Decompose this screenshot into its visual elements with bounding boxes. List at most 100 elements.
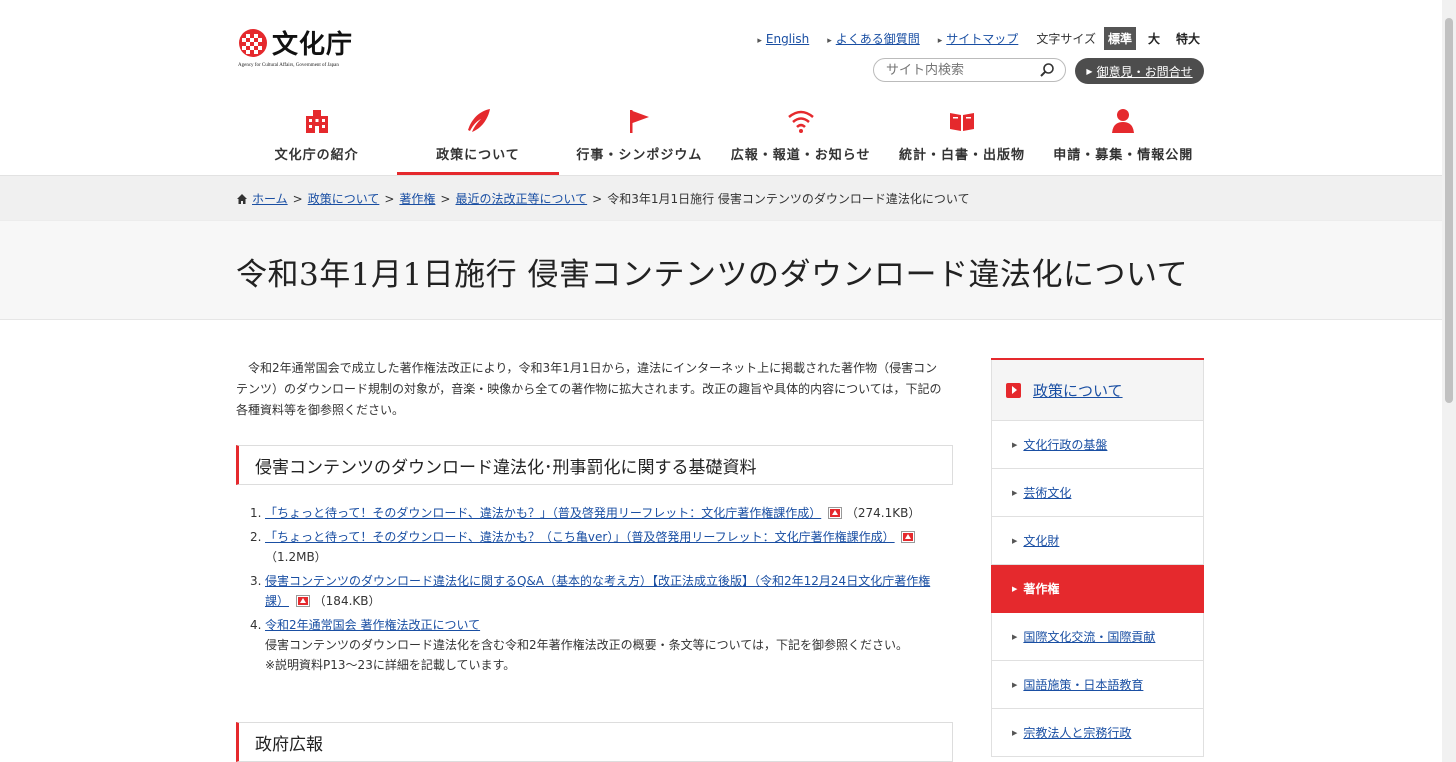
arrow-right-icon: ▶ — [1012, 632, 1018, 641]
arrow-right-icon: ▶ — [1012, 440, 1018, 449]
intro-paragraph: 令和2年通常国会で成立した著作権法改正により，令和3年1月1日から，違法にインタ… — [236, 361, 942, 417]
list-item: 4. 令和2年通常国会 著作権法改正について 侵害コンテンツのダウンロード違法化… — [250, 615, 940, 675]
font-size-standard-button[interactable]: 標準 — [1103, 27, 1136, 50]
sidebar-heading: 政策について — [991, 360, 1204, 421]
breadcrumb: ホーム > 政策について > 著作権 > 最近の法改正等について > 令和3年1… — [236, 190, 970, 207]
nav-item-news[interactable]: 広報・報道・お知らせ — [720, 100, 881, 175]
utility-bar: English よくある御質問 サイトマップ 文字サイズ 標準 大 特大 — [739, 27, 1204, 50]
document-link[interactable]: 「ちょっと待って！そのダウンロード、違法かも？（こち亀ver）」（普及啓発用リー… — [265, 530, 895, 544]
person-icon — [1112, 109, 1135, 133]
breadcrumb-bar: ホーム > 政策について > 著作権 > 最近の法改正等について > 令和3年1… — [0, 175, 1442, 220]
nav-label: 申請・募集・情報公開 — [1053, 148, 1194, 163]
title-band: 令和3年1月1日施行 侵害コンテンツのダウンロード違法化について — [0, 220, 1442, 320]
sidebar-item-label[interactable]: 文化財 — [1023, 532, 1059, 549]
nav-label: 行事・シンポジウム — [576, 148, 703, 163]
document-link[interactable]: 令和2年通常国会 著作権法改正について — [265, 618, 480, 632]
contact-button[interactable]: ▶ 御意見・お問合せ — [1075, 58, 1204, 84]
home-icon — [237, 193, 247, 204]
sidebar-item-label[interactable]: 国際文化交流・国際貢献 — [1023, 628, 1155, 645]
sidebar-item-label[interactable]: 芸術文化 — [1023, 484, 1071, 501]
nav-item-about[interactable]: 文化庁の紹介 — [236, 100, 397, 175]
site-logo[interactable]: 文化庁 Agency for Cultural Affairs, Governm… — [238, 24, 388, 68]
vertical-scrollbar[interactable] — [1442, 0, 1456, 762]
list-item: 2. 「ちょっと待って！そのダウンロード、違法かも？（こち亀ver）」（普及啓発… — [250, 527, 940, 567]
faq-link[interactable]: よくある御質問 — [827, 30, 920, 47]
file-size: （274.1KB） — [845, 506, 921, 520]
nav-item-events[interactable]: 行事・シンポジウム — [559, 100, 720, 175]
list-item: 1. 「ちょっと待って！そのダウンロード、違法かも？」（普及啓発用リーフレット：… — [250, 503, 940, 523]
sidebar-item-arts[interactable]: ▶ 芸術文化 — [991, 469, 1204, 517]
arrow-right-icon: ▶ — [1012, 584, 1018, 593]
search-input[interactable] — [886, 59, 1036, 82]
sidebar-item-label[interactable]: 著作権 — [1023, 580, 1059, 597]
breadcrumb-copyright[interactable]: 著作権 — [399, 190, 435, 207]
list-number: 1. — [250, 506, 262, 520]
search-icon[interactable] — [1039, 62, 1055, 78]
breadcrumb-law-revisions[interactable]: 最近の法改正等について — [455, 190, 587, 207]
nav-label: 広報・報道・お知らせ — [730, 148, 871, 163]
nav-item-publications[interactable]: 統計・白書・出版物 — [881, 100, 1042, 175]
breadcrumb-current: 令和3年1月1日施行 侵害コンテンツのダウンロード違法化について — [607, 192, 970, 206]
arrow-right-icon: ▶ — [1012, 488, 1018, 497]
agency-logo-mark-icon — [239, 28, 267, 57]
breadcrumb-separator: > — [384, 191, 395, 206]
english-link[interactable]: English — [757, 32, 809, 46]
sidebar-item-cultural-properties[interactable]: ▶ 文化財 — [991, 517, 1204, 565]
nav-label: 政策について — [436, 148, 520, 163]
flag-icon — [630, 110, 650, 133]
breadcrumb-separator: > — [292, 191, 303, 206]
nav-label: 統計・白書・出版物 — [898, 148, 1025, 163]
section-heading-basic-materials: 侵害コンテンツのダウンロード違法化･刑事罰化に関する基礎資料 — [236, 445, 953, 485]
breadcrumb-separator: > — [440, 191, 451, 206]
item-note: ※説明資料P13～23に詳細を記載しています。 — [265, 658, 516, 672]
logo-text: 文化庁 — [272, 30, 354, 60]
breadcrumb-policy[interactable]: 政策について — [308, 190, 380, 207]
file-size: （1.2MB） — [265, 550, 327, 564]
book-icon — [949, 113, 974, 131]
sidebar-item-label[interactable]: 宗教法人と宗務行政 — [1023, 724, 1131, 741]
arrow-right-icon: ▶ — [1012, 728, 1018, 737]
list-number: 4. — [250, 618, 262, 632]
sidebar-item-copyright[interactable]: ▶ 著作権 — [991, 565, 1204, 613]
list-number: 3. — [250, 574, 262, 588]
list-number: 2. — [250, 530, 262, 544]
play-square-icon — [1006, 382, 1021, 398]
section-heading-government-pr: 政府広報 — [236, 722, 953, 762]
building-icon — [305, 110, 328, 133]
contact-label: 御意見・お問合せ — [1096, 64, 1193, 79]
breadcrumb-separator: > — [592, 191, 603, 206]
file-size: （184.KB） — [313, 594, 381, 608]
sidebar-item-international[interactable]: ▶ 国際文化交流・国際貢献 — [991, 613, 1204, 661]
scrollbar-thumb[interactable] — [1445, 18, 1453, 403]
arrow-right-icon: ▶ — [1086, 66, 1093, 76]
sidebar-item-cultural-admin[interactable]: ▶ 文化行政の基盤 — [991, 421, 1204, 469]
pdf-icon — [295, 595, 310, 607]
breadcrumb-home[interactable]: ホーム — [252, 190, 288, 207]
nav-item-policy[interactable]: 政策について — [397, 100, 559, 175]
font-size-large-button[interactable]: 大 — [1144, 27, 1164, 50]
list-item: 3. 侵害コンテンツのダウンロード違法化に関するQ&A（基本的な考え方）【改正法… — [250, 571, 940, 611]
pdf-icon — [828, 507, 843, 519]
document-link[interactable]: 「ちょっと待って！そのダウンロード、違法かも？」（普及啓発用リーフレット：文化庁… — [265, 506, 821, 520]
document-list: 1. 「ちょっと待って！そのダウンロード、違法かも？」（普及啓発用リーフレット：… — [250, 503, 940, 679]
item-description: 侵害コンテンツのダウンロード違法化を含む令和2年著作権法改正の概要・条文等につい… — [265, 638, 909, 652]
site-search — [873, 58, 1066, 82]
logo-subtitle: Agency for Cultural Affairs, Government … — [238, 63, 339, 68]
arrow-right-icon: ▶ — [1012, 680, 1018, 689]
sidebar-item-label[interactable]: 国語施策・日本語教育 — [1023, 676, 1143, 693]
sidebar-heading-link[interactable]: 政策について — [1033, 380, 1123, 401]
wifi-icon — [787, 110, 814, 133]
global-nav: 文化庁の紹介 政策について 行事・シンポジウム 広報・報道・お知らせ 統計・白書… — [236, 100, 1204, 175]
pdf-icon — [901, 531, 916, 543]
nav-label: 文化庁の紹介 — [274, 148, 359, 163]
page-title: 令和3年1月1日施行 侵害コンテンツのダウンロード違法化について — [236, 257, 1189, 293]
sitemap-link[interactable]: サイトマップ — [938, 30, 1018, 47]
arrow-right-icon: ▶ — [1012, 536, 1018, 545]
sidebar-item-label[interactable]: 文化行政の基盤 — [1023, 436, 1107, 453]
sidebar-item-religious[interactable]: ▶ 宗教法人と宗務行政 — [991, 709, 1204, 757]
sidebar-item-japanese-language[interactable]: ▶ 国語施策・日本語教育 — [991, 661, 1204, 709]
sidebar: 政策について ▶ 文化行政の基盤 ▶ 芸術文化 ▶ 文化財 ▶ 著作権 ▶ 国際文化交流・… — [991, 358, 1204, 757]
quill-icon — [467, 109, 490, 132]
font-size-xlarge-button[interactable]: 特大 — [1172, 27, 1204, 50]
nav-item-applications[interactable]: 申請・募集・情報公開 — [1043, 100, 1204, 175]
